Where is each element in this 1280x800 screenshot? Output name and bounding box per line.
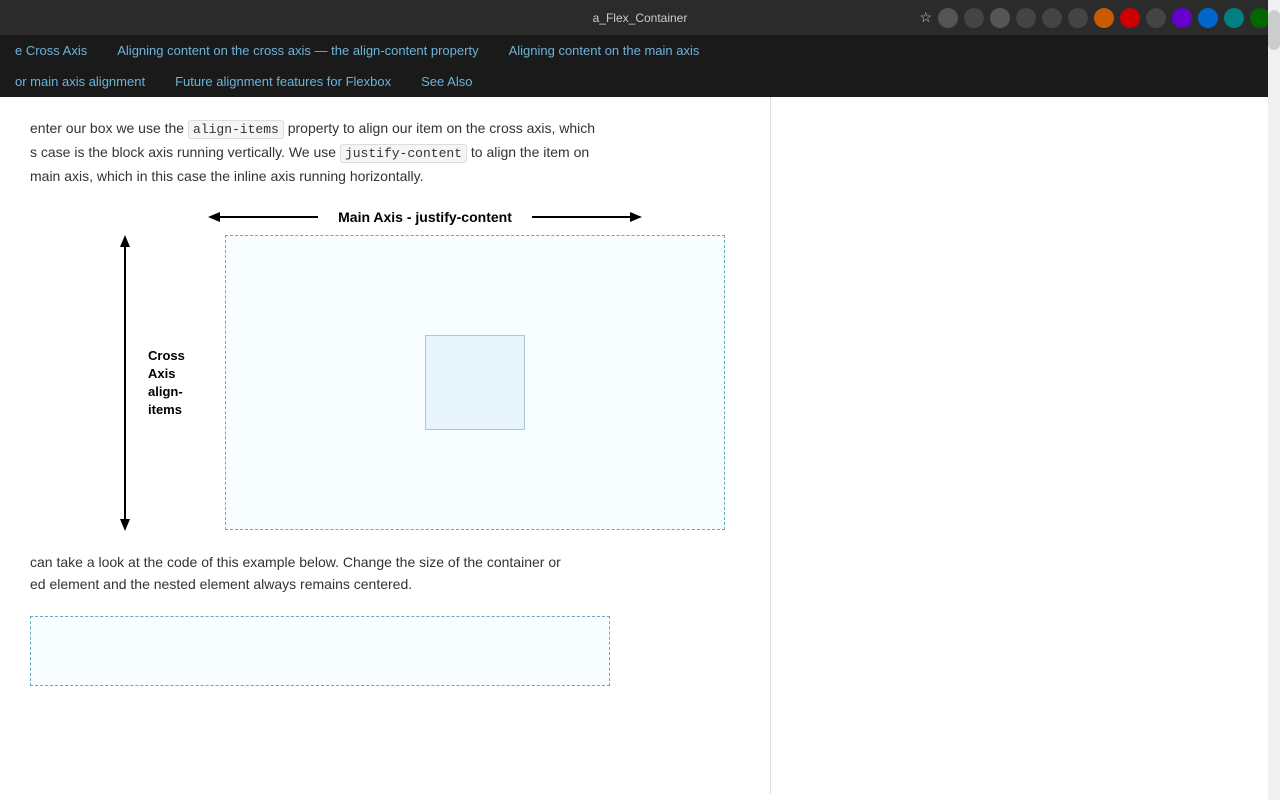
extension-icon-1[interactable] [938,8,958,28]
para2-text1: s case is the block axis running vertica… [30,144,336,160]
nav-link-main-axis-align[interactable]: or main axis alignment [0,74,160,89]
cross-axis-arrow-top [115,235,135,383]
scrollbar[interactable] [1268,0,1280,800]
code-justify-content: justify-content [340,144,467,163]
main-axis-label: Main Axis - justify-content [338,209,512,225]
para1-text1: enter our box we use the [30,120,184,136]
extension-icon-8[interactable] [1120,8,1140,28]
browser-title: a_Flex_Container [593,11,688,25]
right-arrow-svg [522,207,642,227]
extension-icon-7[interactable] [1094,8,1114,28]
extension-icon-12[interactable] [1224,8,1244,28]
cross-axis-label-line1: Cross Axis [148,347,213,383]
code-align-items: align-items [188,120,284,139]
cross-axis-label-container: Cross Axis align-items [148,235,213,531]
nav-link-main-axis[interactable]: Aligning content on the main axis [494,43,715,58]
cross-axis-container [110,235,140,531]
browser-icons: ☆ [919,8,1270,28]
extension-icon-6[interactable] [1068,8,1088,28]
bookmark-icon[interactable]: ☆ [919,9,932,26]
nav-bar: e Cross Axis Aligning content on the cro… [0,35,1280,97]
bottom-text2: ed element and the nested element always… [30,576,412,592]
extension-icon-9[interactable] [1146,8,1166,28]
extension-icon-10[interactable] [1172,8,1192,28]
nav-row-1: e Cross Axis Aligning content on the cro… [0,35,1280,66]
content-area: enter our box we use the align-items pro… [0,97,1280,794]
nav-link-future[interactable]: Future alignment features for Flexbox [160,74,406,89]
browser-chrome: a_Flex_Container ☆ [0,0,1280,35]
left-arrow-svg [208,207,328,227]
flex-item-diagram [425,335,525,430]
nav-link-see-also[interactable]: See Also [406,74,487,89]
bottom-paragraph: can take a look at the code of this exam… [30,551,740,596]
main-axis-row: Main Axis - justify-content [110,207,740,227]
para1-text2: property to align our item on the cross … [288,120,595,136]
flex-container-diagram [225,235,725,530]
extension-icon-13[interactable] [1250,8,1270,28]
cross-axis-label-line2: align-items [148,383,213,419]
main-content: enter our box we use the align-items pro… [0,97,770,794]
para2-text2: to align the item on [471,144,589,160]
extension-icon-5[interactable] [1042,8,1062,28]
extension-icon-4[interactable] [1016,8,1036,28]
bottom-text1: can take a look at the code of this exam… [30,554,561,570]
diagram-wrapper: Main Axis - justify-content [110,207,740,531]
nav-row-2: or main axis alignment Future alignment … [0,66,1280,97]
extension-icon-11[interactable] [1198,8,1218,28]
scrollbar-thumb[interactable] [1268,10,1280,50]
cross-axis-arrow-bottom [115,383,135,531]
nav-link-cross-axis[interactable]: e Cross Axis [0,43,102,58]
code-example-box [30,616,610,686]
extension-icon-2[interactable] [964,8,984,28]
nav-link-align-content[interactable]: Aligning content on the cross axis — the… [102,43,493,58]
right-panel [770,97,1280,794]
diagram-body: Cross Axis align-items [110,235,740,531]
body-paragraph-1: enter our box we use the align-items pro… [30,117,740,187]
para3-text: main axis, which in this case the inline… [30,168,424,184]
extension-icon-3[interactable] [990,8,1010,28]
